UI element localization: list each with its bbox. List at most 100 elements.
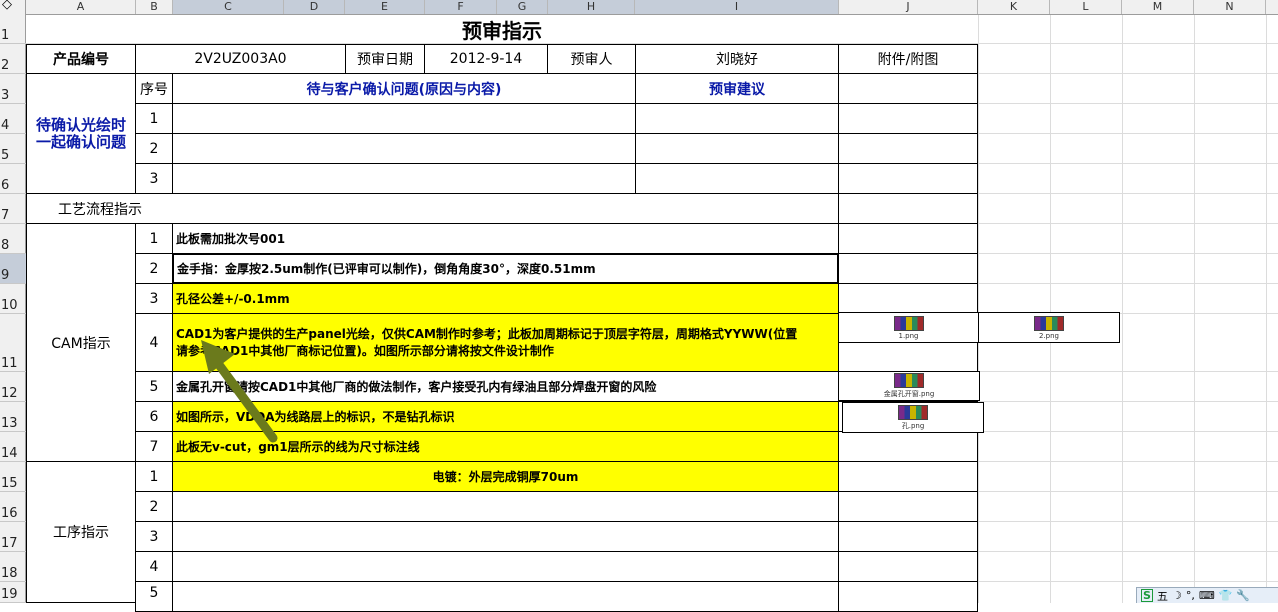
suggestion-header[interactable]: 预审建议 <box>635 73 839 104</box>
column-header[interactable]: A <box>26 0 136 14</box>
row-header[interactable]: 18 <box>0 552 26 582</box>
attachment-cell[interactable] <box>838 491 978 522</box>
confirm-question-cell[interactable] <box>172 163 636 194</box>
row-header[interactable]: 11 <box>0 314 26 372</box>
process-item-text[interactable] <box>172 551 839 582</box>
confirm-row-no[interactable]: 2 <box>135 133 173 164</box>
attachment-thumbnail[interactable]: 孔.png <box>842 402 984 433</box>
confirm-suggestion-cell[interactable] <box>635 163 839 194</box>
process-item-text[interactable]: 电镀：外层完成铜厚70um <box>172 461 839 492</box>
process-item-no[interactable]: 5 <box>135 581 173 612</box>
annotation-arrow[interactable] <box>195 330 285 450</box>
confirm-suggestion-cell[interactable] <box>635 103 839 134</box>
column-header[interactable]: E <box>345 0 425 14</box>
cam-item-no[interactable]: 4 <box>135 313 173 372</box>
column-header[interactable]: H <box>548 0 635 14</box>
question-header[interactable]: 待与客户确认问题(原因与内容) <box>172 73 636 104</box>
process-flow-cell[interactable] <box>172 193 839 224</box>
cam-item-no[interactable]: 3 <box>135 283 173 314</box>
process-item-text[interactable] <box>172 581 839 612</box>
attachment-cell[interactable] <box>838 103 978 134</box>
column-header[interactable]: G <box>497 0 548 14</box>
row-header[interactable]: 3 <box>0 74 26 104</box>
input-mode-icon[interactable]: 五 <box>1157 588 1168 604</box>
cam-item-no[interactable]: 7 <box>135 431 173 462</box>
wrench-icon[interactable]: 🔧 <box>1236 589 1250 602</box>
row-header[interactable]: 4 <box>0 104 26 134</box>
column-header[interactable]: F <box>425 0 497 14</box>
sogou-icon[interactable]: S <box>1141 589 1153 602</box>
column-header[interactable]: D <box>284 0 345 14</box>
attachment-cell[interactable] <box>838 133 978 164</box>
column-header[interactable]: C <box>173 0 284 14</box>
row-header[interactable]: 16 <box>0 492 26 522</box>
review-date-label[interactable]: 预审日期 <box>345 44 425 74</box>
cam-item-text-selected[interactable]: 金手指：金厚按2.5um制作(已评审可以制作)，倒角角度30°，深度0.51mm <box>172 253 839 284</box>
attachment-cell[interactable] <box>838 283 978 314</box>
attachment-cell[interactable] <box>838 521 978 552</box>
column-header[interactable]: N <box>1194 0 1266 14</box>
select-all-corner[interactable]: ◇ <box>0 0 26 14</box>
process-item-no[interactable]: 4 <box>135 551 173 582</box>
confirm-question-cell[interactable] <box>172 133 636 164</box>
confirm-row-no[interactable]: 3 <box>135 163 173 194</box>
confirm-question-cell[interactable] <box>172 103 636 134</box>
column-header[interactable]: I <box>635 0 839 14</box>
column-header[interactable]: L <box>1050 0 1122 14</box>
row-header[interactable]: 13 <box>0 402 26 432</box>
product-no-label[interactable]: 产品编号 <box>26 44 136 74</box>
product-no-value[interactable]: 2V2UZ003A0 <box>135 44 346 74</box>
attachment-thumbnail[interactable]: 1.png <box>838 312 979 343</box>
row-header[interactable]: 19 <box>0 582 26 603</box>
attachment-thumbnail[interactable]: 2.png <box>978 312 1120 343</box>
skin-icon[interactable]: 👕 <box>1219 589 1233 602</box>
confirm-row-no[interactable]: 1 <box>135 103 173 134</box>
confirm-suggestion-cell[interactable] <box>635 133 839 164</box>
cam-item-no[interactable]: 1 <box>135 223 173 254</box>
process-flow-label[interactable]: 工艺流程指示 <box>26 193 173 224</box>
row-header[interactable]: 17 <box>0 522 26 552</box>
reviewer-label[interactable]: 预审人 <box>547 44 636 74</box>
attachment-cell[interactable] <box>838 431 978 462</box>
attachment-cell[interactable] <box>838 73 978 104</box>
row-header[interactable]: 10 <box>0 284 26 314</box>
review-date-value[interactable]: 2012-9-14 <box>424 44 548 74</box>
attachment-thumbnail[interactable]: 金属孔开窗.png <box>838 371 980 401</box>
process-item-text[interactable] <box>172 491 839 522</box>
confirm-section-label[interactable]: 待确认光绘时一起确认问题 <box>26 73 136 194</box>
attachment-cell[interactable] <box>838 461 978 492</box>
ime-toolbar[interactable]: S 五 ☽ °, ⌨ 👕 🔧 <box>1136 587 1278 603</box>
seq-header[interactable]: 序号 <box>135 73 173 104</box>
attachment-cell[interactable] <box>838 193 978 224</box>
attachment-label[interactable]: 附件/附图 <box>838 44 978 74</box>
row-header[interactable]: 15 <box>0 462 26 492</box>
cam-item-no[interactable]: 2 <box>135 253 173 284</box>
row-header[interactable]: 14 <box>0 432 26 462</box>
attachment-cell[interactable] <box>838 253 978 284</box>
attachment-cell[interactable] <box>838 223 978 254</box>
process-item-no[interactable]: 1 <box>135 461 173 492</box>
punctuation-icon[interactable]: °, <box>1186 589 1195 602</box>
column-header[interactable]: M <box>1122 0 1194 14</box>
cam-item-no[interactable]: 6 <box>135 401 173 432</box>
column-header[interactable]: J <box>839 0 978 14</box>
column-header[interactable]: K <box>978 0 1050 14</box>
row-header[interactable]: 6 <box>0 164 26 194</box>
row-header[interactable]: 5 <box>0 134 26 164</box>
row-header[interactable]: 7 <box>0 194 26 224</box>
process-section-label[interactable]: 工序指示 <box>26 461 136 603</box>
cam-item-no[interactable]: 5 <box>135 371 173 402</box>
attachment-cell[interactable] <box>838 551 978 582</box>
process-item-no[interactable]: 3 <box>135 521 173 552</box>
cam-item-text[interactable]: 孔径公差+/-0.1mm <box>172 283 839 314</box>
row-header[interactable]: 9 <box>0 254 26 284</box>
row-header[interactable]: 2 <box>0 44 26 74</box>
row-header[interactable]: 8 <box>0 224 26 254</box>
reviewer-value[interactable]: 刘晓好 <box>635 44 839 74</box>
process-item-text[interactable] <box>172 521 839 552</box>
cam-item-text[interactable]: 此板需加批次号001 <box>172 223 839 254</box>
keyboard-icon[interactable]: ⌨ <box>1199 589 1215 602</box>
column-header[interactable]: B <box>136 0 173 14</box>
row-header[interactable]: 12 <box>0 372 26 402</box>
attachment-cell[interactable] <box>838 581 978 612</box>
